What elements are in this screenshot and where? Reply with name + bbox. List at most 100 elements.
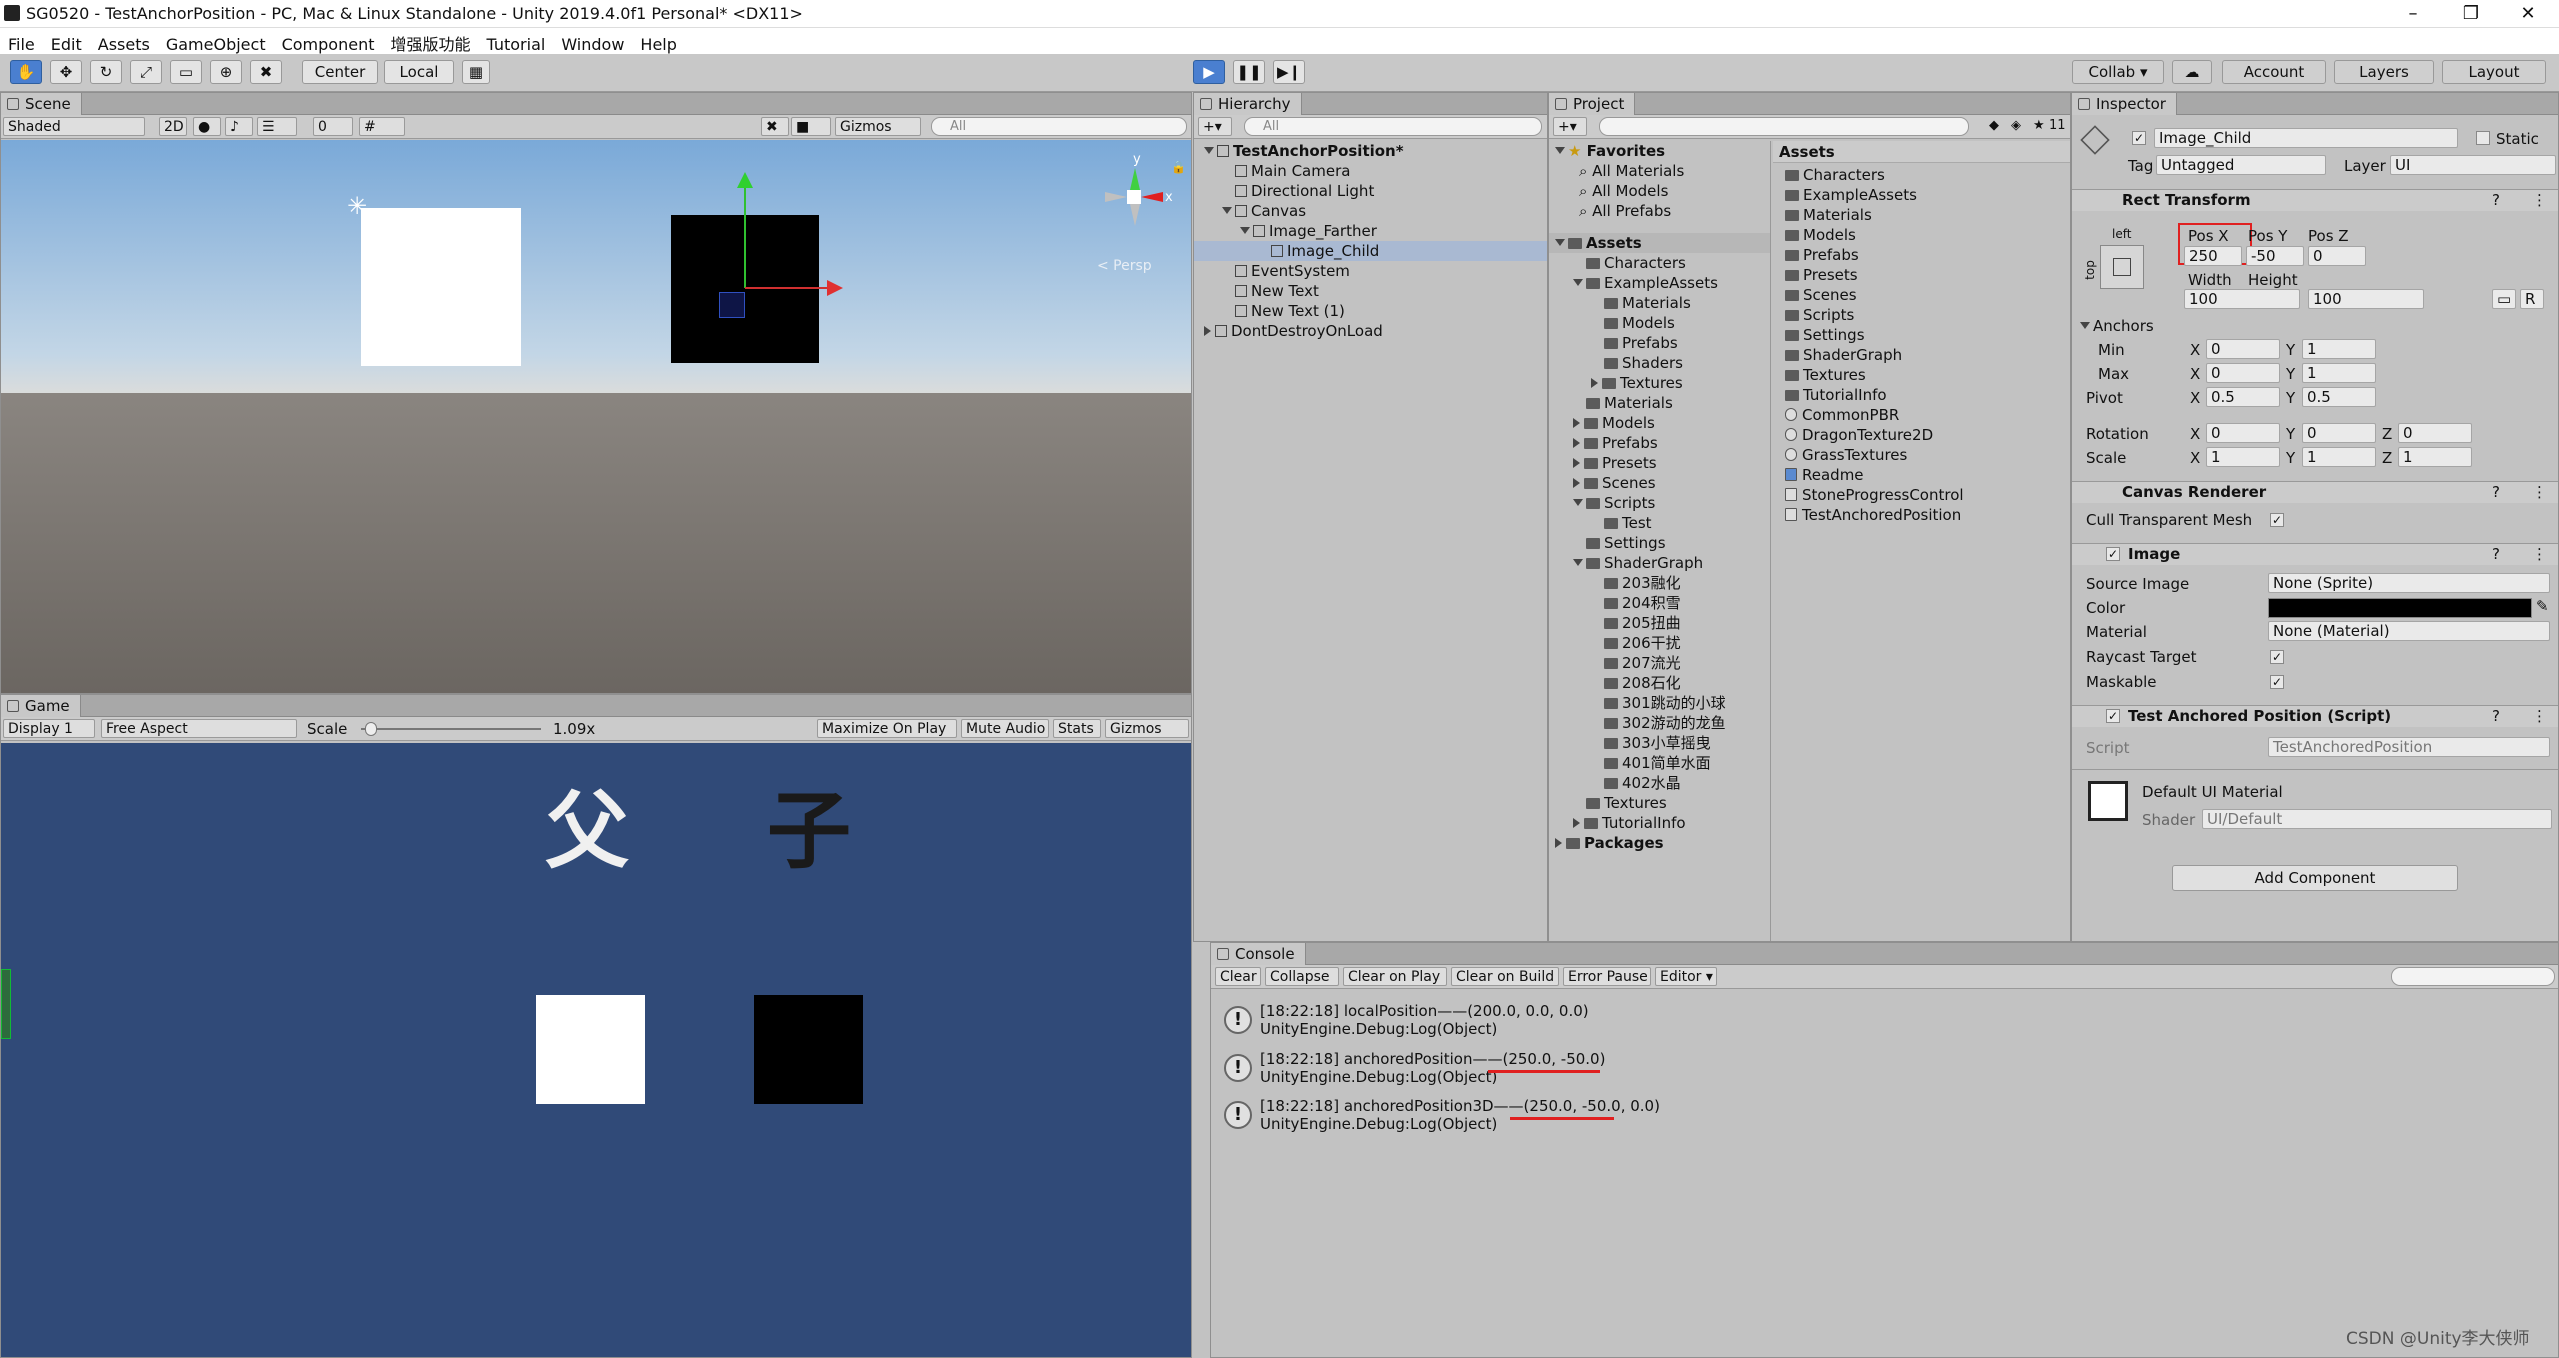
cull-transparent-checkbox[interactable]: ✓ <box>2270 513 2284 527</box>
menu-gameobject[interactable]: GameObject <box>158 32 274 54</box>
menu-help[interactable]: Help <box>632 32 684 54</box>
project-folder-item[interactable]: Scripts <box>1549 493 1770 513</box>
mute-audio-toggle[interactable]: Mute Audio <box>961 719 1049 738</box>
project-asset-item[interactable]: Materials <box>1785 205 1872 225</box>
raycast-target-checkbox[interactable]: ✓ <box>2270 650 2284 664</box>
project-folder-item[interactable]: 205扭曲 <box>1549 613 1770 633</box>
rotation-y-field[interactable]: 0 <box>2302 423 2376 443</box>
project-asset-item[interactable]: Scenes <box>1785 285 1857 305</box>
active-checkbox[interactable]: ✓ <box>2132 131 2146 145</box>
project-asset-item[interactable]: Settings <box>1785 325 1865 345</box>
menu-component[interactable]: Component <box>274 32 383 54</box>
account-dropdown[interactable]: Account <box>2222 60 2326 84</box>
project-asset-item[interactable]: Readme <box>1785 465 1864 485</box>
project-asset-item[interactable]: GrassTextures <box>1785 445 1907 465</box>
clear-on-build-toggle[interactable]: Clear on Build <box>1451 967 1559 986</box>
anchor-max-y-field[interactable]: 1 <box>2302 363 2376 383</box>
hierarchy-item[interactable]: Image_Child <box>1194 241 1547 261</box>
project-folder-item[interactable]: 402水晶 <box>1549 773 1770 793</box>
maximize-on-play-toggle[interactable]: Maximize On Play <box>817 719 957 738</box>
canvas-renderer-header[interactable]: Canvas Renderer ? ⋮ <box>2072 481 2558 503</box>
menu-tutorial[interactable]: Tutorial <box>479 32 554 54</box>
hierarchy-item[interactable]: Directional Light <box>1194 181 1547 201</box>
hierarchy-item[interactable]: TestAnchorPosition* <box>1194 141 1547 161</box>
pivot-center-button[interactable]: Center <box>302 60 378 84</box>
stats-toggle[interactable]: Stats <box>1053 719 1101 738</box>
object-name-field[interactable]: Image_Child <box>2154 128 2458 148</box>
hierarchy-search-input[interactable]: All <box>1244 117 1542 136</box>
lighting-icon[interactable]: ● <box>193 117 221 136</box>
maskable-checkbox[interactable]: ✓ <box>2270 675 2284 689</box>
tab-scene[interactable]: Scene <box>1 93 82 115</box>
project-asset-item[interactable]: Scripts <box>1785 305 1854 325</box>
scene-viewport[interactable]: ✳ y x 🔒 < Persp <box>1 140 1191 693</box>
project-folder-item[interactable]: Packages <box>1549 833 1770 853</box>
project-folder-item[interactable]: Scenes <box>1549 473 1770 493</box>
blueprint-mode-icon[interactable]: ▭ <box>2492 289 2516 309</box>
pivot-local-button[interactable]: Local <box>384 60 454 84</box>
project-folder-item[interactable]: Prefabs <box>1549 433 1770 453</box>
layer-dropdown[interactable]: UI <box>2390 155 2556 175</box>
project-folder-item[interactable]: Models <box>1549 413 1770 433</box>
project-asset-item[interactable]: ExampleAssets <box>1785 185 1917 205</box>
project-asset-item[interactable]: DragonTexture2D <box>1785 425 1933 445</box>
add-component-button[interactable]: Add Component <box>2172 865 2458 891</box>
pos-y-field[interactable]: -50 <box>2246 246 2304 266</box>
effects-icon[interactable]: ☰ <box>257 117 297 136</box>
scale-slider-thumb[interactable] <box>365 722 377 736</box>
scale-tool-icon[interactable]: ⤢ <box>130 60 162 84</box>
error-pause-toggle[interactable]: Error Pause <box>1563 967 1651 986</box>
hierarchy-item[interactable]: Image_Farther <box>1194 221 1547 241</box>
source-image-field[interactable]: None (Sprite) <box>2268 573 2550 593</box>
anchors-foldout[interactable]: Anchors <box>2080 317 2154 335</box>
project-folder-item[interactable]: 401简单水面 <box>1549 753 1770 773</box>
log-entry-2-line1[interactable]: [18:22:18] anchoredPosition——(250.0, -50… <box>1260 1050 1605 1068</box>
project-folder-item[interactable]: 208石化 <box>1549 673 1770 693</box>
layers-dropdown[interactable]: Layers <box>2334 60 2434 84</box>
project-create-icon[interactable]: +▾ <box>1553 117 1587 136</box>
shading-mode-dropdown[interactable]: Shaded <box>3 117 145 136</box>
scale-z-field[interactable]: 1 <box>2398 447 2472 467</box>
tab-hierarchy[interactable]: Hierarchy <box>1194 93 1302 115</box>
mode-2d-button[interactable]: 2D <box>159 117 187 136</box>
hierarchy-item[interactable]: Canvas <box>1194 201 1547 221</box>
editor-dropdown[interactable]: Editor ▾ <box>1655 967 1717 986</box>
project-folder-item[interactable]: 301跳动的小球 <box>1549 693 1770 713</box>
scene-tools-icon[interactable]: ✖ <box>761 117 789 136</box>
project-folder-item[interactable]: 204积雪 <box>1549 593 1770 613</box>
hand-tool-icon[interactable]: ✋ <box>10 60 42 84</box>
script-component-header[interactable]: ✓ Test Anchored Position (Script) ? ⋮ <box>2072 705 2558 727</box>
rect-tool-icon[interactable]: ▭ <box>170 60 202 84</box>
project-folder-item[interactable]: Textures <box>1549 373 1770 393</box>
snap-icon[interactable]: ▦ <box>462 60 490 84</box>
project-asset-item[interactable]: Textures <box>1785 365 1866 385</box>
project-folder-item[interactable]: ShaderGraph <box>1549 553 1770 573</box>
move-gizmo-y[interactable] <box>744 182 746 288</box>
static-checkbox[interactable] <box>2476 131 2490 145</box>
scale-y-field[interactable]: 1 <box>2302 447 2376 467</box>
layout-dropdown[interactable]: Layout <box>2442 60 2546 84</box>
hierarchy-item[interactable]: New Text <box>1194 281 1547 301</box>
hidden-objects-count[interactable]: 0 <box>313 117 353 136</box>
help-icon[interactable]: ? <box>2492 190 2500 211</box>
help-icon[interactable]: ? <box>2492 706 2500 727</box>
clear-on-play-toggle[interactable]: Clear on Play <box>1343 967 1447 986</box>
hidden-packages-count[interactable]: 11 <box>2049 118 2066 133</box>
move-tool-icon[interactable]: ✥ <box>50 60 82 84</box>
menu-enhanced[interactable]: 增强版功能 <box>382 28 478 55</box>
close-button[interactable]: ✕ <box>2500 0 2556 28</box>
project-folder-item[interactable]: Test <box>1549 513 1770 533</box>
scene-gizmos-dropdown[interactable]: Gizmos <box>835 117 921 136</box>
create-icon[interactable]: +▾ <box>1198 117 1232 136</box>
menu-icon[interactable]: ⋮ <box>2532 544 2547 565</box>
color-swatch[interactable] <box>2268 598 2532 618</box>
log-entry-2-line2[interactable]: UnityEngine.Debug:Log(Object) <box>1260 1068 1497 1086</box>
filter-icon[interactable]: ◆ <box>1989 118 1999 133</box>
assets-breadcrumb[interactable]: Assets <box>1773 141 2070 163</box>
image-farther-scene[interactable] <box>361 208 521 366</box>
scale-x-field[interactable]: 1 <box>2206 447 2280 467</box>
scale-slider-track[interactable] <box>361 728 541 730</box>
rect-transform-header[interactable]: Rect Transform ? ⋮ <box>2072 189 2558 211</box>
move-gizmo-x[interactable] <box>745 287 827 289</box>
pause-button[interactable]: ❚❚ <box>1233 60 1265 84</box>
